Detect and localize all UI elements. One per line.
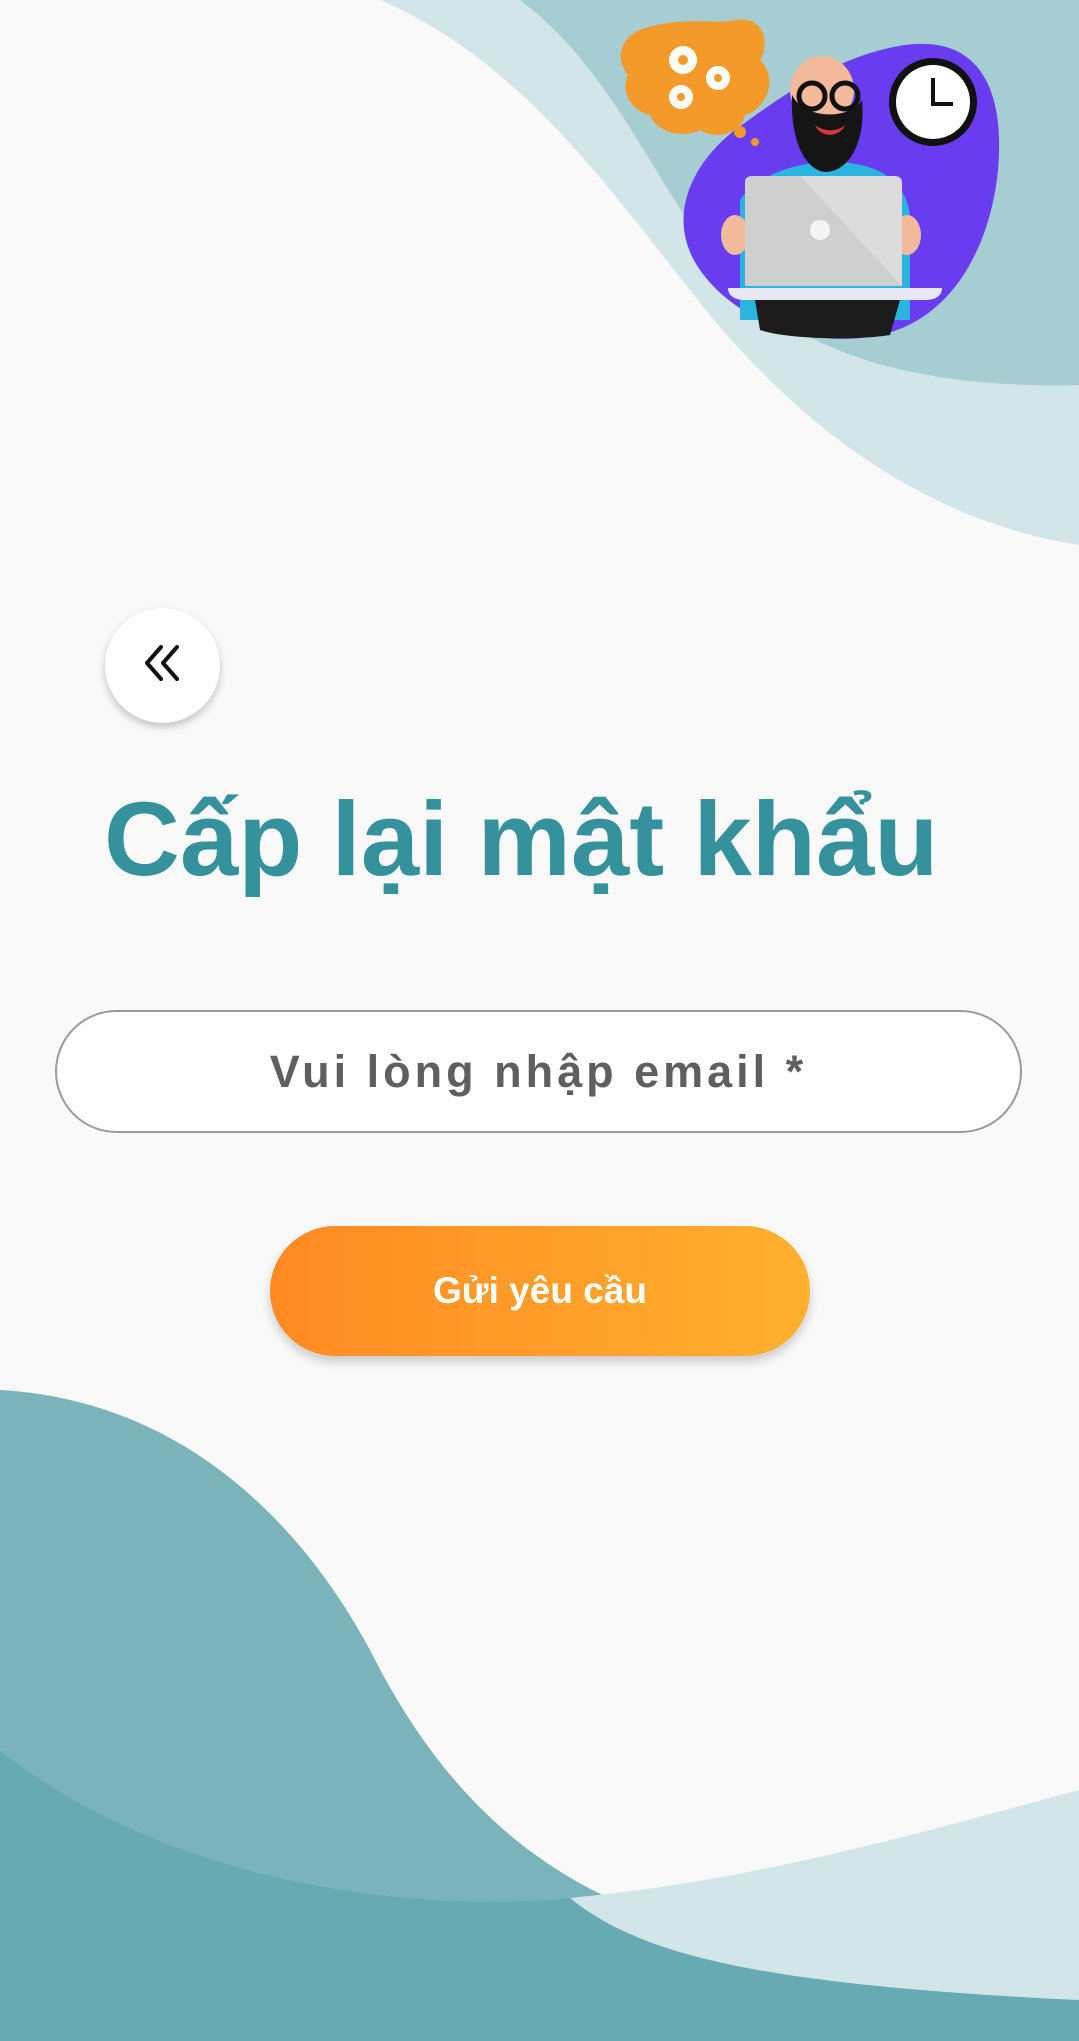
email-input[interactable] (57, 1012, 1020, 1131)
forgot-password-screen: Cấp lại mật khẩu Gửi yêu cầu (0, 0, 1079, 2041)
page-title: Cấp lại mật khẩu (104, 781, 939, 898)
email-field[interactable] (55, 1010, 1022, 1133)
submit-request-button[interactable]: Gửi yêu cầu (270, 1226, 810, 1356)
back-button[interactable] (105, 608, 220, 723)
double-chevron-left-icon (139, 639, 187, 692)
